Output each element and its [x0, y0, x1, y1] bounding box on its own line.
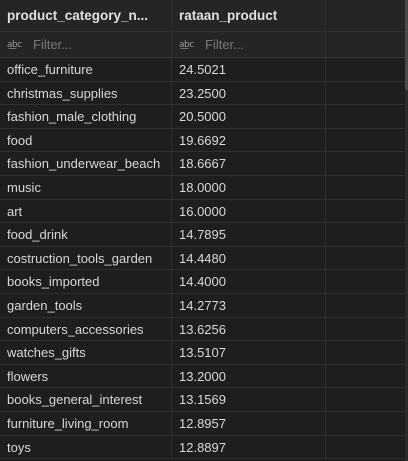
cell-empty: [326, 341, 408, 364]
table-row[interactable]: watches_gifts 13.5107: [0, 341, 408, 365]
table-row[interactable]: food 19.6692: [0, 128, 408, 153]
abc-type-icon: a͟bc: [7, 39, 22, 50]
cell-product-category[interactable]: books_imported: [0, 270, 172, 293]
cell-empty: [326, 247, 408, 270]
table-row[interactable]: computers_accessories 13.6256: [0, 317, 408, 342]
cell-rataan-product[interactable]: 14.7895: [172, 223, 326, 246]
filter-cell-empty: [326, 32, 408, 57]
cell-empty: [326, 318, 408, 341]
cell-empty: [326, 176, 408, 199]
cell-rataan-product[interactable]: 18.0000: [172, 175, 326, 199]
cell-rataan-product[interactable]: 18.6667: [172, 152, 326, 175]
cell-rataan-product[interactable]: 12.8957: [172, 411, 326, 435]
table-row[interactable]: books_imported 14.4000: [0, 270, 408, 294]
cell-empty: [326, 270, 408, 293]
cell-empty: [326, 129, 408, 152]
table-row[interactable]: office_furniture 24.5021: [0, 58, 408, 82]
column-header-product-category[interactable]: product_category_n...: [0, 0, 172, 31]
table-body: office_furniture 24.5021 christmas_supplie…: [0, 58, 408, 460]
cell-rataan-product[interactable]: 14.4000: [172, 270, 326, 293]
cell-product-category[interactable]: costruction_tools_garden: [0, 246, 172, 270]
data-grid: product_category_n... rataan_product a͟b…: [0, 0, 408, 461]
cell-product-category[interactable]: fashion_underwear_beach: [0, 152, 172, 175]
table-row[interactable]: toys 12.8897: [0, 435, 408, 460]
cell-empty: [326, 152, 408, 175]
cell-empty: [326, 412, 408, 435]
column-header-rataan-product[interactable]: rataan_product: [172, 0, 326, 31]
cell-empty: [326, 82, 408, 105]
cell-product-category[interactable]: art: [0, 199, 172, 223]
cell-empty: [326, 58, 408, 81]
header-row: product_category_n... rataan_product: [0, 0, 408, 32]
table-row[interactable]: garden_tools 14.2773: [0, 293, 408, 318]
cell-rataan-product[interactable]: 12.8897: [172, 435, 326, 459]
filter-input-rataan-product[interactable]: Filter...: [205, 32, 244, 57]
filter-input-product-category[interactable]: Filter...: [33, 32, 72, 57]
cell-rataan-product[interactable]: 13.2000: [172, 364, 326, 388]
abc-type-icon: a͟bc: [179, 39, 194, 50]
cell-empty: [326, 294, 408, 317]
cell-product-category[interactable]: garden_tools: [0, 293, 172, 317]
cell-product-category[interactable]: fashion_male_clothing: [0, 105, 172, 128]
cell-empty: [326, 223, 408, 246]
table-row[interactable]: flowers 13.2000: [0, 364, 408, 389]
table-row[interactable]: fashion_underwear_beach 18.6667: [0, 152, 408, 176]
table-row[interactable]: art 16.0000: [0, 199, 408, 224]
cell-product-category[interactable]: computers_accessories: [0, 317, 172, 341]
cell-empty: [326, 200, 408, 223]
cell-product-category[interactable]: food: [0, 128, 172, 152]
table-row[interactable]: books_general_interest 13.1569: [0, 388, 408, 412]
cell-rataan-product[interactable]: 16.0000: [172, 199, 326, 223]
filter-cell-product-category[interactable]: a͟bc Filter...: [0, 32, 172, 57]
column-header-empty: [326, 0, 408, 31]
table-row[interactable]: christmas_supplies 23.2500: [0, 81, 408, 106]
cell-product-category[interactable]: food_drink: [0, 223, 172, 246]
cell-empty: [326, 388, 408, 411]
cell-product-category[interactable]: music: [0, 175, 172, 199]
filter-row: a͟bc Filter... a͟bc Filter...: [0, 32, 408, 58]
cell-rataan-product[interactable]: 23.2500: [172, 81, 326, 105]
cell-product-category[interactable]: flowers: [0, 364, 172, 388]
cell-product-category[interactable]: christmas_supplies: [0, 81, 172, 105]
cell-rataan-product[interactable]: 13.5107: [172, 341, 326, 364]
cell-empty: [326, 436, 408, 459]
filter-cell-rataan-product[interactable]: a͟bc Filter...: [172, 32, 326, 57]
cell-rataan-product[interactable]: 19.6692: [172, 128, 326, 152]
table-row[interactable]: music 18.0000: [0, 175, 408, 200]
cell-product-category[interactable]: toys: [0, 435, 172, 459]
cell-empty: [326, 105, 408, 128]
cell-product-category[interactable]: office_furniture: [0, 58, 172, 81]
cell-product-category[interactable]: watches_gifts: [0, 341, 172, 364]
cell-product-category[interactable]: furniture_living_room: [0, 411, 172, 435]
cell-rataan-product[interactable]: 13.6256: [172, 317, 326, 341]
cell-rataan-product[interactable]: 14.2773: [172, 293, 326, 317]
table-row[interactable]: costruction_tools_garden 14.4480: [0, 246, 408, 271]
cell-rataan-product[interactable]: 14.4480: [172, 246, 326, 270]
table-row[interactable]: fashion_male_clothing 20.5000: [0, 105, 408, 129]
cell-rataan-product[interactable]: 20.5000: [172, 105, 326, 128]
table-row[interactable]: food_drink 14.7895: [0, 223, 408, 247]
cell-empty: [326, 365, 408, 388]
cell-product-category[interactable]: books_general_interest: [0, 388, 172, 411]
table-row[interactable]: furniture_living_room 12.8957: [0, 411, 408, 436]
cell-rataan-product[interactable]: 24.5021: [172, 58, 326, 81]
cell-rataan-product[interactable]: 13.1569: [172, 388, 326, 411]
